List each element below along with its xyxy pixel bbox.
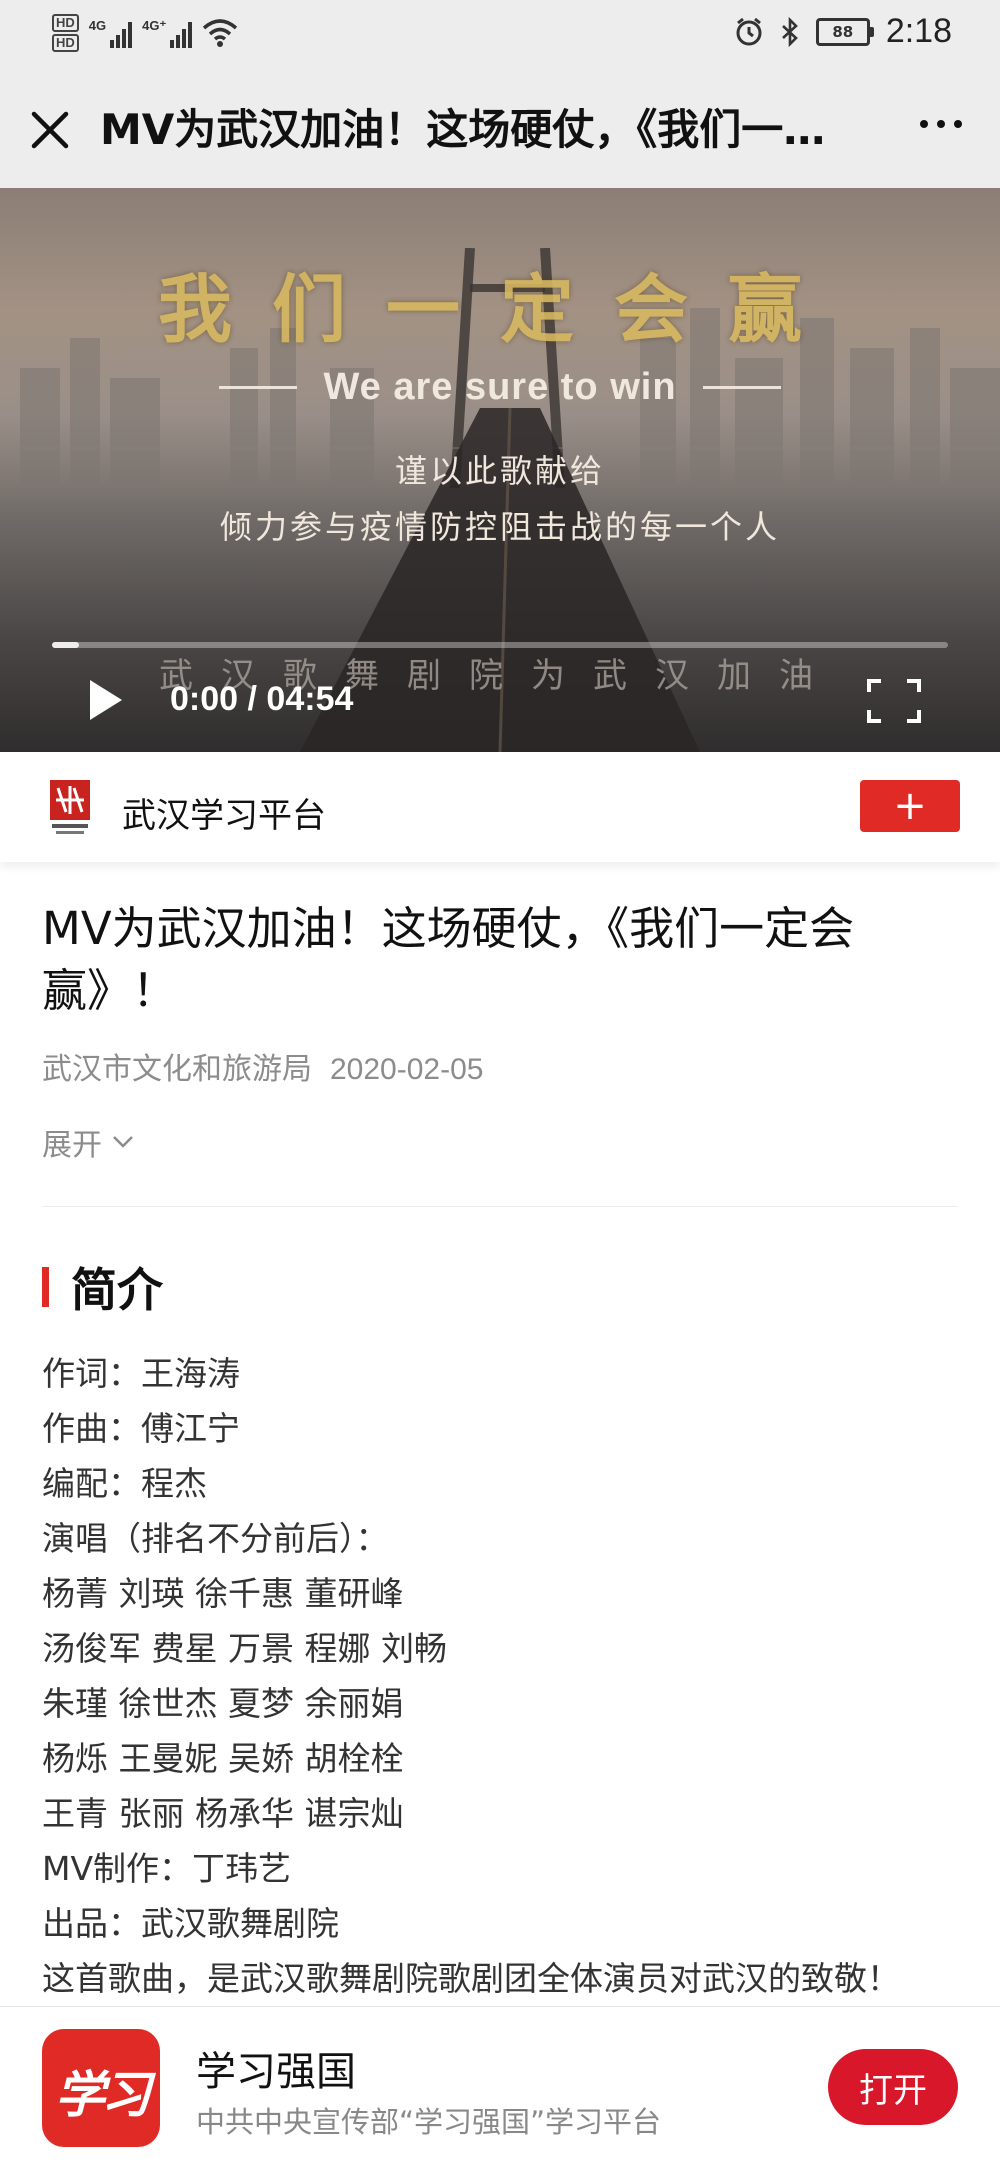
app-name: 学习强国	[196, 2049, 356, 2095]
article-title: MV为武汉加油！这场硬仗，《我们一定会赢》！	[42, 902, 855, 1017]
video-progress-fill	[52, 642, 79, 648]
credit-line: 王青 张丽 杨承华 谌宗灿	[42, 1794, 404, 1833]
sim-indicators: HD HD	[52, 14, 79, 52]
status-right: 88 2:18	[734, 12, 952, 51]
credit-line: 朱瑾 徐世杰 夏梦 余丽娟	[42, 1684, 404, 1723]
credit-line: 这首歌曲，是武汉歌舞剧院歌剧团全体演员对武汉的致敬！	[42, 1959, 900, 1998]
follow-button[interactable]: +	[860, 780, 960, 832]
network2-label: 4G⁺	[142, 18, 167, 33]
overlay-rule-left	[219, 386, 298, 389]
credit-line: 作词：王海涛	[42, 1354, 240, 1393]
app-download-banner[interactable]: 学习 学习强国 中共中央宣传部“学习强国”学习平台 打开	[0, 2006, 1000, 2167]
expand-label: 展开	[42, 1128, 102, 1163]
author-bar: 武汉学习平台 +	[0, 752, 1000, 862]
video-progress-bar[interactable]	[52, 642, 948, 648]
open-app-button[interactable]: 打开	[828, 2049, 958, 2125]
chevron-down-icon	[113, 1136, 133, 1148]
app-logo-text: 学习	[55, 2065, 151, 2124]
video-current-time: 0:00	[170, 680, 239, 718]
bluetooth-icon	[781, 16, 798, 47]
wifi-icon	[203, 19, 238, 47]
nav-title: MV为武汉加油！这场硬仗，《我们一…	[100, 105, 826, 154]
fullscreen-icon[interactable]	[866, 678, 922, 724]
overlay-dedication-line1: 谨以此歌献给	[394, 452, 605, 490]
overlay-dedication-line3: 武汉歌舞剧院为武汉加油	[159, 656, 841, 696]
video-duration: 04:54	[266, 680, 354, 718]
status-bar: HD HD 4G 4G⁺ 88 2:18	[0, 0, 1000, 70]
more-options-icon[interactable]	[920, 120, 962, 128]
video-player[interactable]: 我们一定会赢 We are sure to win 谨以此歌献给 倾力参与疫情防…	[0, 188, 1000, 752]
sim1-hd-badge: HD	[52, 14, 79, 32]
nav-bar: MV为武汉加油！这场硬仗，《我们一…	[0, 70, 1000, 188]
battery-icon: 88	[815, 17, 874, 46]
app-logo-icon: 学习	[42, 2029, 160, 2147]
expand-button[interactable]: 展开	[42, 1120, 134, 1164]
overlay-title-cn: 我们一定会赢	[158, 267, 842, 353]
author-name[interactable]: 武汉学习平台	[122, 788, 326, 837]
battery-level: 88	[832, 22, 854, 41]
overlay-title-en-row: We are sure to win	[0, 366, 1000, 409]
article-meta: 武汉市文化和旅游局 2020-02-05	[42, 1044, 483, 1088]
status-time: 2:18	[885, 12, 952, 50]
credit-line: 演唱（排名不分前后）：	[42, 1519, 389, 1558]
alarm-icon	[736, 17, 762, 45]
signal-1-icon: 4G	[88, 18, 133, 48]
credit-line: 出品：武汉歌舞剧院	[42, 1904, 339, 1943]
intro-credits: 作词：王海涛 作曲：傅江宁 编配：程杰 演唱（排名不分前后）： 杨菁 刘瑛 徐千…	[42, 1346, 958, 2006]
article-source[interactable]: 武汉市文化和旅游局	[42, 1052, 312, 1087]
video-time: 0:00 / 04:54	[170, 680, 353, 719]
intro-heading: 简介	[42, 1254, 163, 1320]
credit-line: 编配：程杰	[42, 1464, 207, 1503]
overlay-title-en: We are sure to win	[323, 366, 677, 408]
divider	[42, 1206, 958, 1207]
video-time-separator: /	[247, 680, 257, 718]
overlay-rule-right	[702, 386, 781, 389]
network1-label: 4G	[88, 18, 107, 33]
credit-line: 作曲：傅江宁	[42, 1409, 240, 1448]
credit-line: 杨菁 刘瑛 徐千惠 董研峰	[42, 1574, 404, 1613]
play-icon[interactable]	[88, 678, 124, 722]
credit-line: 汤俊军 费星 万景 程娜 刘畅	[42, 1629, 447, 1668]
sim2-hd-badge: HD	[52, 34, 79, 52]
article-date: 2020-02-05	[330, 1053, 484, 1086]
section-accent-bar	[42, 1267, 49, 1307]
credit-line: 杨烁 王曼妮 吴娇 胡栓栓	[42, 1739, 404, 1778]
intro-heading-text: 简介	[71, 1263, 163, 1317]
status-left: HD HD 4G 4G⁺	[52, 14, 238, 52]
author-logo-icon	[50, 780, 90, 834]
signal-2-icon: 4G⁺	[142, 18, 193, 48]
credit-line: MV制作：丁玮艺	[42, 1849, 292, 1888]
app-description: 中共中央宣传部“学习强国”学习平台	[196, 2105, 662, 2139]
close-icon[interactable]	[28, 108, 72, 152]
overlay-dedication-line2: 倾力参与疫情防控阻击战的每一个人	[219, 508, 780, 546]
